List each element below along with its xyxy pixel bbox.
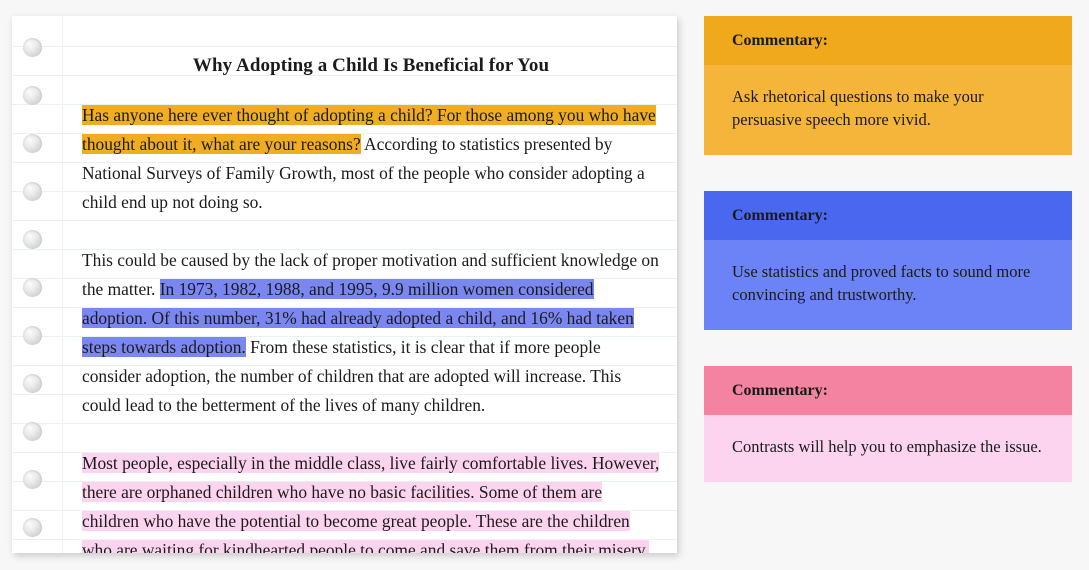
commentary-card-blue-header: Commentary:: [704, 191, 1072, 240]
highlight-pink-contrast: Most people, especially in the middle cl…: [82, 452, 660, 553]
punch-hole: [23, 134, 42, 153]
punch-hole: [23, 182, 42, 201]
commentary-card-blue-body: Use statistics and proved facts to sound…: [704, 240, 1072, 330]
punch-hole: [23, 518, 42, 537]
punch-hole: [23, 230, 42, 249]
commentary-card-orange-body: Ask rhetorical questions to make your pe…: [704, 65, 1072, 155]
punch-hole: [23, 374, 42, 393]
commentary-panel: Commentary: Ask rhetorical questions to …: [704, 16, 1072, 482]
paragraph-3: Most people, especially in the middle cl…: [82, 420, 660, 553]
paragraph-2: This could be caused by the lack of prop…: [82, 217, 660, 420]
commentary-card-orange: Commentary: Ask rhetorical questions to …: [704, 16, 1072, 155]
commentary-card-pink: Commentary: Contrasts will help you to e…: [704, 366, 1072, 482]
essay-body: Why Adopting a Child Is Beneficial for Y…: [82, 16, 660, 553]
punch-hole-column: [12, 16, 62, 553]
punch-hole: [23, 278, 42, 297]
commentary-card-pink-header: Commentary:: [704, 366, 1072, 415]
punch-hole: [23, 86, 42, 105]
punch-hole: [23, 326, 42, 345]
page-title: Why Adopting a Child Is Beneficial for Y…: [192, 55, 550, 76]
commentary-card-blue: Commentary: Use statistics and proved fa…: [704, 191, 1072, 330]
paragraph-1: Has anyone here ever thought of adopting…: [82, 79, 660, 217]
commentary-card-pink-body: Contrasts will help you to emphasize the…: [704, 415, 1072, 482]
notebook-paper: Why Adopting a Child Is Beneficial for Y…: [12, 16, 677, 553]
commentary-card-orange-header: Commentary:: [704, 16, 1072, 65]
margin-line: [62, 16, 63, 553]
punch-hole: [23, 38, 42, 57]
punch-hole: [23, 422, 42, 441]
punch-hole: [23, 470, 42, 489]
